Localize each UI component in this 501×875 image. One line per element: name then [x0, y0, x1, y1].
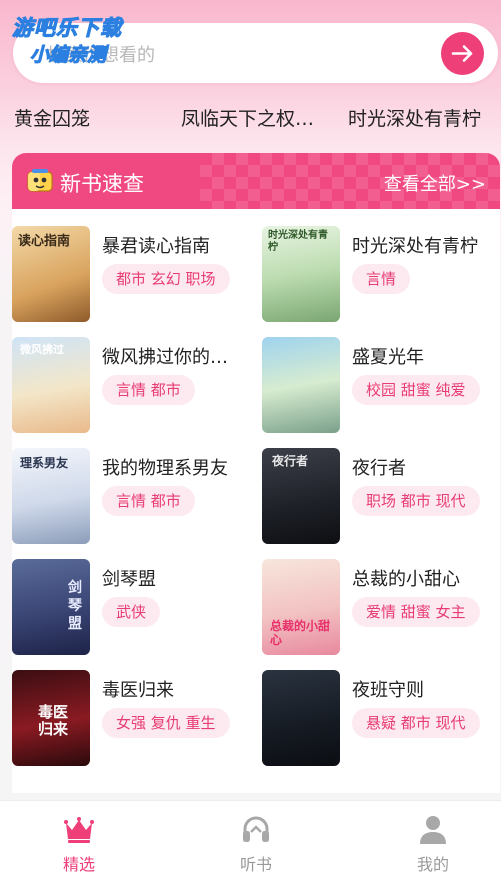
- hot-keywords-row: 黄金囚笼 凤临天下之权… 时光深处有青柠: [0, 104, 501, 132]
- book-tags: 校园 甜蜜 纯爱: [352, 375, 480, 405]
- book-tags: 爱情 甜蜜 女主: [352, 597, 480, 627]
- section-header: 新书速查 查看全部>>: [12, 153, 500, 209]
- book-item[interactable]: 夜行者 夜行者 职场 都市 现代: [262, 448, 500, 544]
- book-cover: [262, 337, 340, 433]
- crown-icon: [64, 817, 94, 843]
- book-title: 剑琴盟: [102, 569, 156, 590]
- watermark-line2: 小编亲测: [30, 44, 107, 67]
- book-title: 盛夏光年: [352, 347, 424, 368]
- book-item[interactable]: 总裁的小甜心 总裁的小甜心 爱情 甜蜜 女主: [262, 559, 500, 655]
- book-title: 暴君读心指南: [102, 236, 210, 257]
- watermark-line1: 游吧乐下载: [12, 16, 122, 41]
- book-cover: 夜行者: [262, 448, 340, 544]
- book-title: 毒医归来: [102, 680, 174, 701]
- book-cover: 毒医归来: [12, 670, 90, 766]
- book-cover: 读心指南: [12, 226, 90, 322]
- cover-text: 微风拂过: [20, 343, 64, 356]
- book-tags: 悬疑 都市 现代: [352, 708, 480, 738]
- tab-label: 我的: [416, 855, 449, 874]
- book-cover: [262, 670, 340, 766]
- section-title: 新书速查: [60, 172, 144, 196]
- book-item[interactable]: 剑琴盟 剑琴盟 武侠: [12, 559, 252, 655]
- book-item[interactable]: 时光深处有青柠 时光深处有青柠 言情: [262, 226, 500, 322]
- cover-text: 理系男友: [20, 456, 69, 470]
- cover-text: 毒医归来: [38, 703, 69, 738]
- book-item[interactable]: 毒医归来 毒医归来 女强 复仇 重生: [12, 670, 252, 766]
- hot-keyword[interactable]: 时光深处有青柠: [348, 104, 481, 131]
- book-tags: 职场 都市 现代: [352, 486, 480, 516]
- book-cover: 总裁的小甜心: [262, 559, 340, 655]
- search-button[interactable]: [441, 32, 484, 75]
- tab-featured[interactable]: 精选: [29, 801, 129, 875]
- book-tags: 言情 都市: [102, 486, 195, 516]
- book-title: 我的物理系男友: [102, 458, 228, 479]
- book-tags: 言情: [352, 264, 411, 294]
- book-title: 微风拂过你的…: [102, 347, 228, 368]
- book-title: 夜行者: [352, 458, 406, 479]
- cover-text: 夜行者: [272, 454, 309, 468]
- book-item[interactable]: 夜班守则 悬疑 都市 现代: [262, 670, 500, 766]
- book-item[interactable]: 微风拂过 微风拂过你的… 言情 都市: [12, 337, 252, 433]
- book-item[interactable]: 理系男友 我的物理系男友 言情 都市: [12, 448, 252, 544]
- tab-label: 精选: [62, 855, 95, 874]
- cover-text: 读心指南: [18, 234, 71, 249]
- tab-audiobook[interactable]: 听书: [206, 801, 306, 875]
- bottom-tab-bar: 精选 听书 我的: [0, 800, 501, 875]
- book-item[interactable]: 读心指南 暴君读心指南 都市 玄幻 职场: [12, 226, 252, 322]
- book-mascot-icon: [27, 169, 53, 192]
- book-tags: 武侠: [102, 597, 161, 627]
- user-icon: [420, 816, 446, 844]
- headset-icon: [243, 816, 269, 842]
- book-cover: 时光深处有青柠: [262, 226, 340, 322]
- new-books-card: 新书速查 查看全部>> 读心指南 暴君读心指南 都市 玄幻 职场 时光深处有青柠…: [12, 153, 500, 793]
- cover-text: 时光深处有青柠: [268, 230, 328, 253]
- view-all-link[interactable]: 查看全部>>: [384, 170, 486, 196]
- book-tags: 言情 都市: [102, 375, 195, 405]
- hot-keyword[interactable]: 黄金囚笼: [14, 104, 90, 131]
- book-item[interactable]: 盛夏光年 校园 甜蜜 纯爱: [262, 337, 500, 433]
- book-cover: 剑琴盟: [12, 559, 90, 655]
- hot-keyword[interactable]: 凤临天下之权…: [181, 104, 314, 131]
- book-cover: 理系男友: [12, 448, 90, 544]
- tab-profile[interactable]: 我的: [383, 801, 483, 875]
- arrow-right-icon: [451, 45, 473, 62]
- book-title: 时光深处有青柠: [352, 236, 478, 257]
- book-tags: 女强 复仇 重生: [102, 708, 230, 738]
- watermark-logo: 游吧乐下载 小编亲测: [12, 12, 122, 67]
- book-title: 总裁的小甜心: [352, 569, 460, 590]
- book-title: 夜班守则: [352, 680, 424, 701]
- book-tags: 都市 玄幻 职场: [102, 264, 230, 294]
- book-cover: 微风拂过: [12, 337, 90, 433]
- cover-text: 剑琴盟: [68, 580, 82, 632]
- cover-text: 总裁的小甜心: [270, 619, 331, 647]
- tab-label: 听书: [239, 855, 272, 874]
